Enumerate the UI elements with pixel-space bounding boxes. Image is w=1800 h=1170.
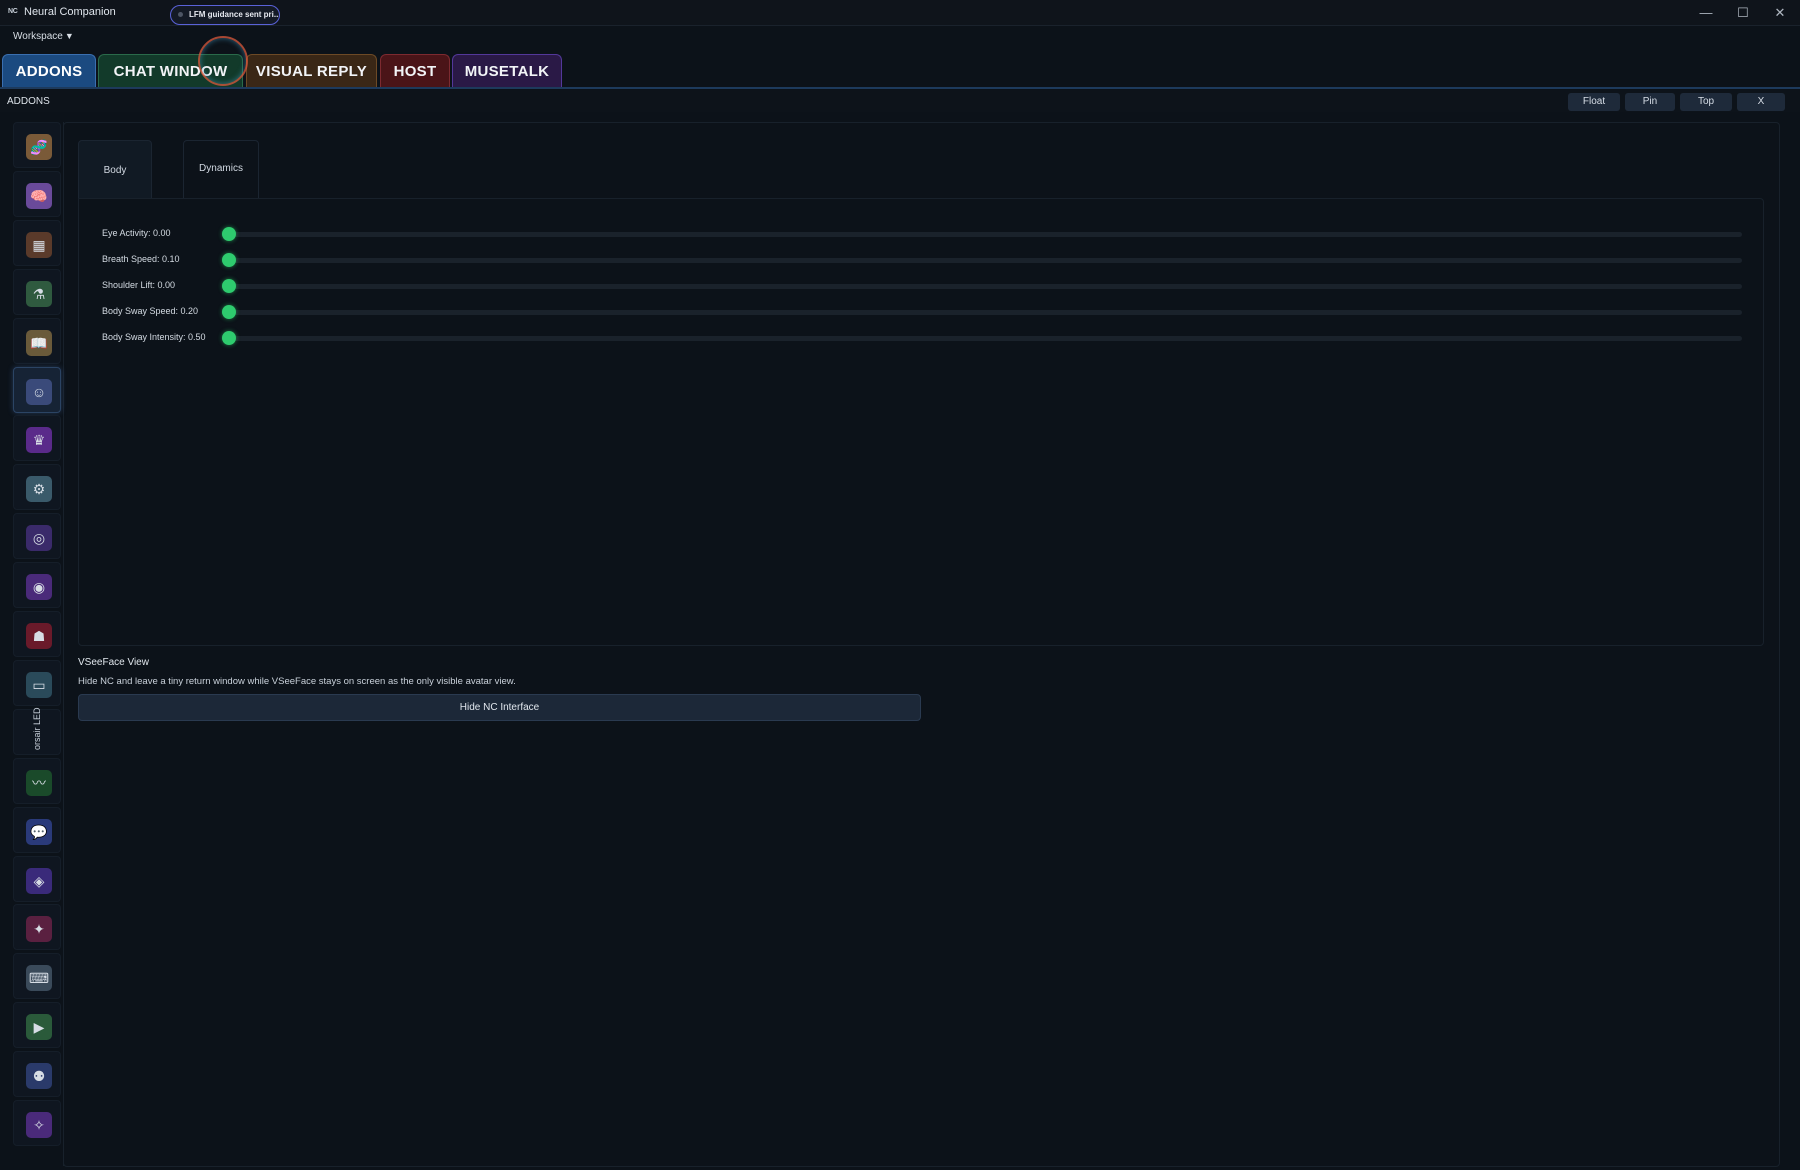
slider-breath-speed: Breath Speed: 0.10 (102, 251, 1742, 269)
slider-track[interactable] (222, 284, 1742, 289)
workspace-menu-label: Workspace (13, 31, 63, 42)
panel-close-button[interactable]: X (1737, 93, 1785, 111)
dna-addon-icon: 🧬 (26, 134, 52, 160)
sidebar-item-4[interactable]: ⚗ (13, 268, 61, 315)
caret-down-icon: ▼ (64, 31, 74, 41)
app-title: Neural Companion (24, 6, 116, 18)
slider-track[interactable] (222, 232, 1742, 237)
main-tabs: ADDONS CHAT WINDOW VISUAL REPLY HOST MUS… (0, 52, 1800, 88)
tab-host[interactable]: HOST (380, 54, 450, 88)
sidebar-item-20[interactable]: ✧ (13, 1100, 61, 1146)
sidebar-item-2[interactable]: 🧠 (13, 170, 61, 217)
click-indicator-ring (198, 36, 248, 86)
menu-bar: Workspace ▼ (0, 27, 1800, 47)
slider-label: Body Sway Speed: 0.20 (102, 306, 199, 316)
bot-icon: ⚉ (26, 1063, 52, 1090)
status-pill[interactable]: LFM guidance sent pri... (170, 5, 280, 25)
tab-addons[interactable]: ADDONS (2, 54, 96, 88)
sidebar-item-6[interactable]: ☺ (13, 366, 61, 413)
sidebar-item-10[interactable]: ◉ (13, 562, 61, 609)
slider-label: Body Sway Intensity: 0.50 (102, 332, 206, 342)
slider-label: Shoulder Lift: 0.00 (102, 280, 176, 290)
avatar-face-icon: ☺ (26, 378, 52, 405)
tab-visual-reply[interactable]: VISUAL REPLY (246, 54, 377, 88)
sidebar-item-12[interactable]: ▭ (13, 659, 61, 706)
sidebar-item-11[interactable]: ☗ (13, 611, 61, 657)
discord-icon: ◈ (26, 867, 52, 894)
spark-icon: ✦ (26, 916, 52, 943)
sidebar-item-7[interactable]: ♛ (13, 415, 61, 462)
flask-lab-icon: ⚗ (26, 280, 52, 307)
sidebar-vertical-label: orsair LED (32, 707, 42, 750)
slider-thumb[interactable] (222, 305, 236, 319)
slider-track[interactable] (222, 310, 1742, 315)
chat-bubbles-icon: 💬 (26, 818, 52, 845)
slider-thumb[interactable] (222, 227, 236, 241)
target-orb-icon: ◎ (26, 525, 52, 552)
sidebar-item-19[interactable]: ⚉ (13, 1051, 61, 1098)
slider-track[interactable] (222, 258, 1742, 263)
slider-label: Breath Speed: 0.10 (102, 254, 180, 264)
sidebar-item-16[interactable]: ✦ (13, 904, 61, 951)
sidebar-item-corsair-led[interactable]: orsair LED (13, 707, 61, 755)
vseeface-description: Hide NC and leave a tiny return window w… (78, 676, 516, 687)
pose-figure-icon: ♛ (26, 427, 52, 454)
purple-orb-icon: ◉ (26, 574, 52, 601)
slider-thumb[interactable] (222, 279, 236, 293)
slider-label: Eye Activity: 0.00 (102, 228, 171, 238)
slider-track[interactable] (222, 336, 1742, 341)
vseeface-title: VSeeFace View (78, 657, 149, 668)
sidebar-item-13[interactable]: 〰 (13, 757, 61, 804)
slider-shoulder-lift: Shoulder Lift: 0.00 (102, 277, 1742, 295)
sidebar-item-17[interactable]: ⌨ (13, 953, 61, 1000)
slider-body-sway-intensity: Body Sway Intensity: 0.50 (102, 329, 1742, 347)
subtab-body[interactable]: Body (78, 140, 152, 200)
sidebar-item-15[interactable]: ◈ (13, 855, 61, 902)
brain-addon-icon: 🧠 (26, 182, 52, 209)
book-icon: 📖 (26, 329, 52, 356)
sidebar-item-5[interactable]: 📖 (13, 317, 61, 364)
slider-eye-activity: Eye Activity: 0.00 (102, 225, 1742, 243)
pin-button[interactable]: Pin (1625, 93, 1675, 111)
status-dot-icon (178, 12, 183, 17)
tab-underline (0, 87, 1800, 89)
subtab-dynamics[interactable]: Dynamics (183, 140, 259, 200)
sidebar-item-8[interactable]: ⚙ (13, 464, 61, 511)
slider-thumb[interactable] (222, 253, 236, 267)
slider-thumb[interactable] (222, 331, 236, 345)
tab-musetalk[interactable]: MUSETALK (452, 54, 562, 88)
slider-body-sway-speed: Body Sway Speed: 0.20 (102, 303, 1742, 321)
waveform-icon: 〰 (26, 769, 52, 796)
float-button[interactable]: Float (1568, 93, 1620, 111)
magic-icon: ✧ (26, 1112, 52, 1138)
play-icon: ▶ (26, 1014, 52, 1041)
section-header: ADDONS Float Pin Top X (0, 90, 1800, 112)
sidebar-item-18[interactable]: ▶ (13, 1002, 61, 1049)
red-figure-icon: ☗ (26, 623, 52, 649)
window-close-button[interactable]: ✕ (1765, 3, 1795, 23)
minimize-button[interactable]: — (1691, 3, 1721, 23)
sidebar-item-14[interactable]: 💬 (13, 806, 61, 853)
grid-dashboard-icon: ▦ (26, 231, 52, 258)
app-logo: NC (8, 8, 18, 15)
top-button[interactable]: Top (1680, 93, 1732, 111)
keyboard-icon: ⌨ (26, 965, 52, 992)
sidebar-item-3[interactable]: ▦ (13, 219, 61, 266)
workspace-menu[interactable]: Workspace ▼ (13, 31, 74, 42)
status-pill-text: LFM guidance sent pri... (189, 10, 280, 19)
title-bar: NC Neural Companion LFM guidance sent pr… (0, 0, 1800, 26)
sidebar-item-1[interactable]: 🧬 (13, 122, 61, 168)
addon-sidebar: 🧬 🧠 ▦ ⚗ 📖 ☺ ♛ ⚙ ◎ ◉ ☗ ▭ orsair LED 〰 💬 ◈ ✦ ⌨ ▶ ⚉ ✧ (10, 122, 64, 1166)
monitor-icon: ▭ (26, 671, 52, 698)
section-title: ADDONS (7, 96, 50, 107)
hide-nc-interface-button[interactable]: Hide NC Interface (78, 694, 921, 721)
robot-settings-icon: ⚙ (26, 476, 52, 503)
sidebar-item-9[interactable]: ◎ (13, 513, 61, 560)
maximize-button[interactable]: ☐ (1728, 3, 1758, 23)
